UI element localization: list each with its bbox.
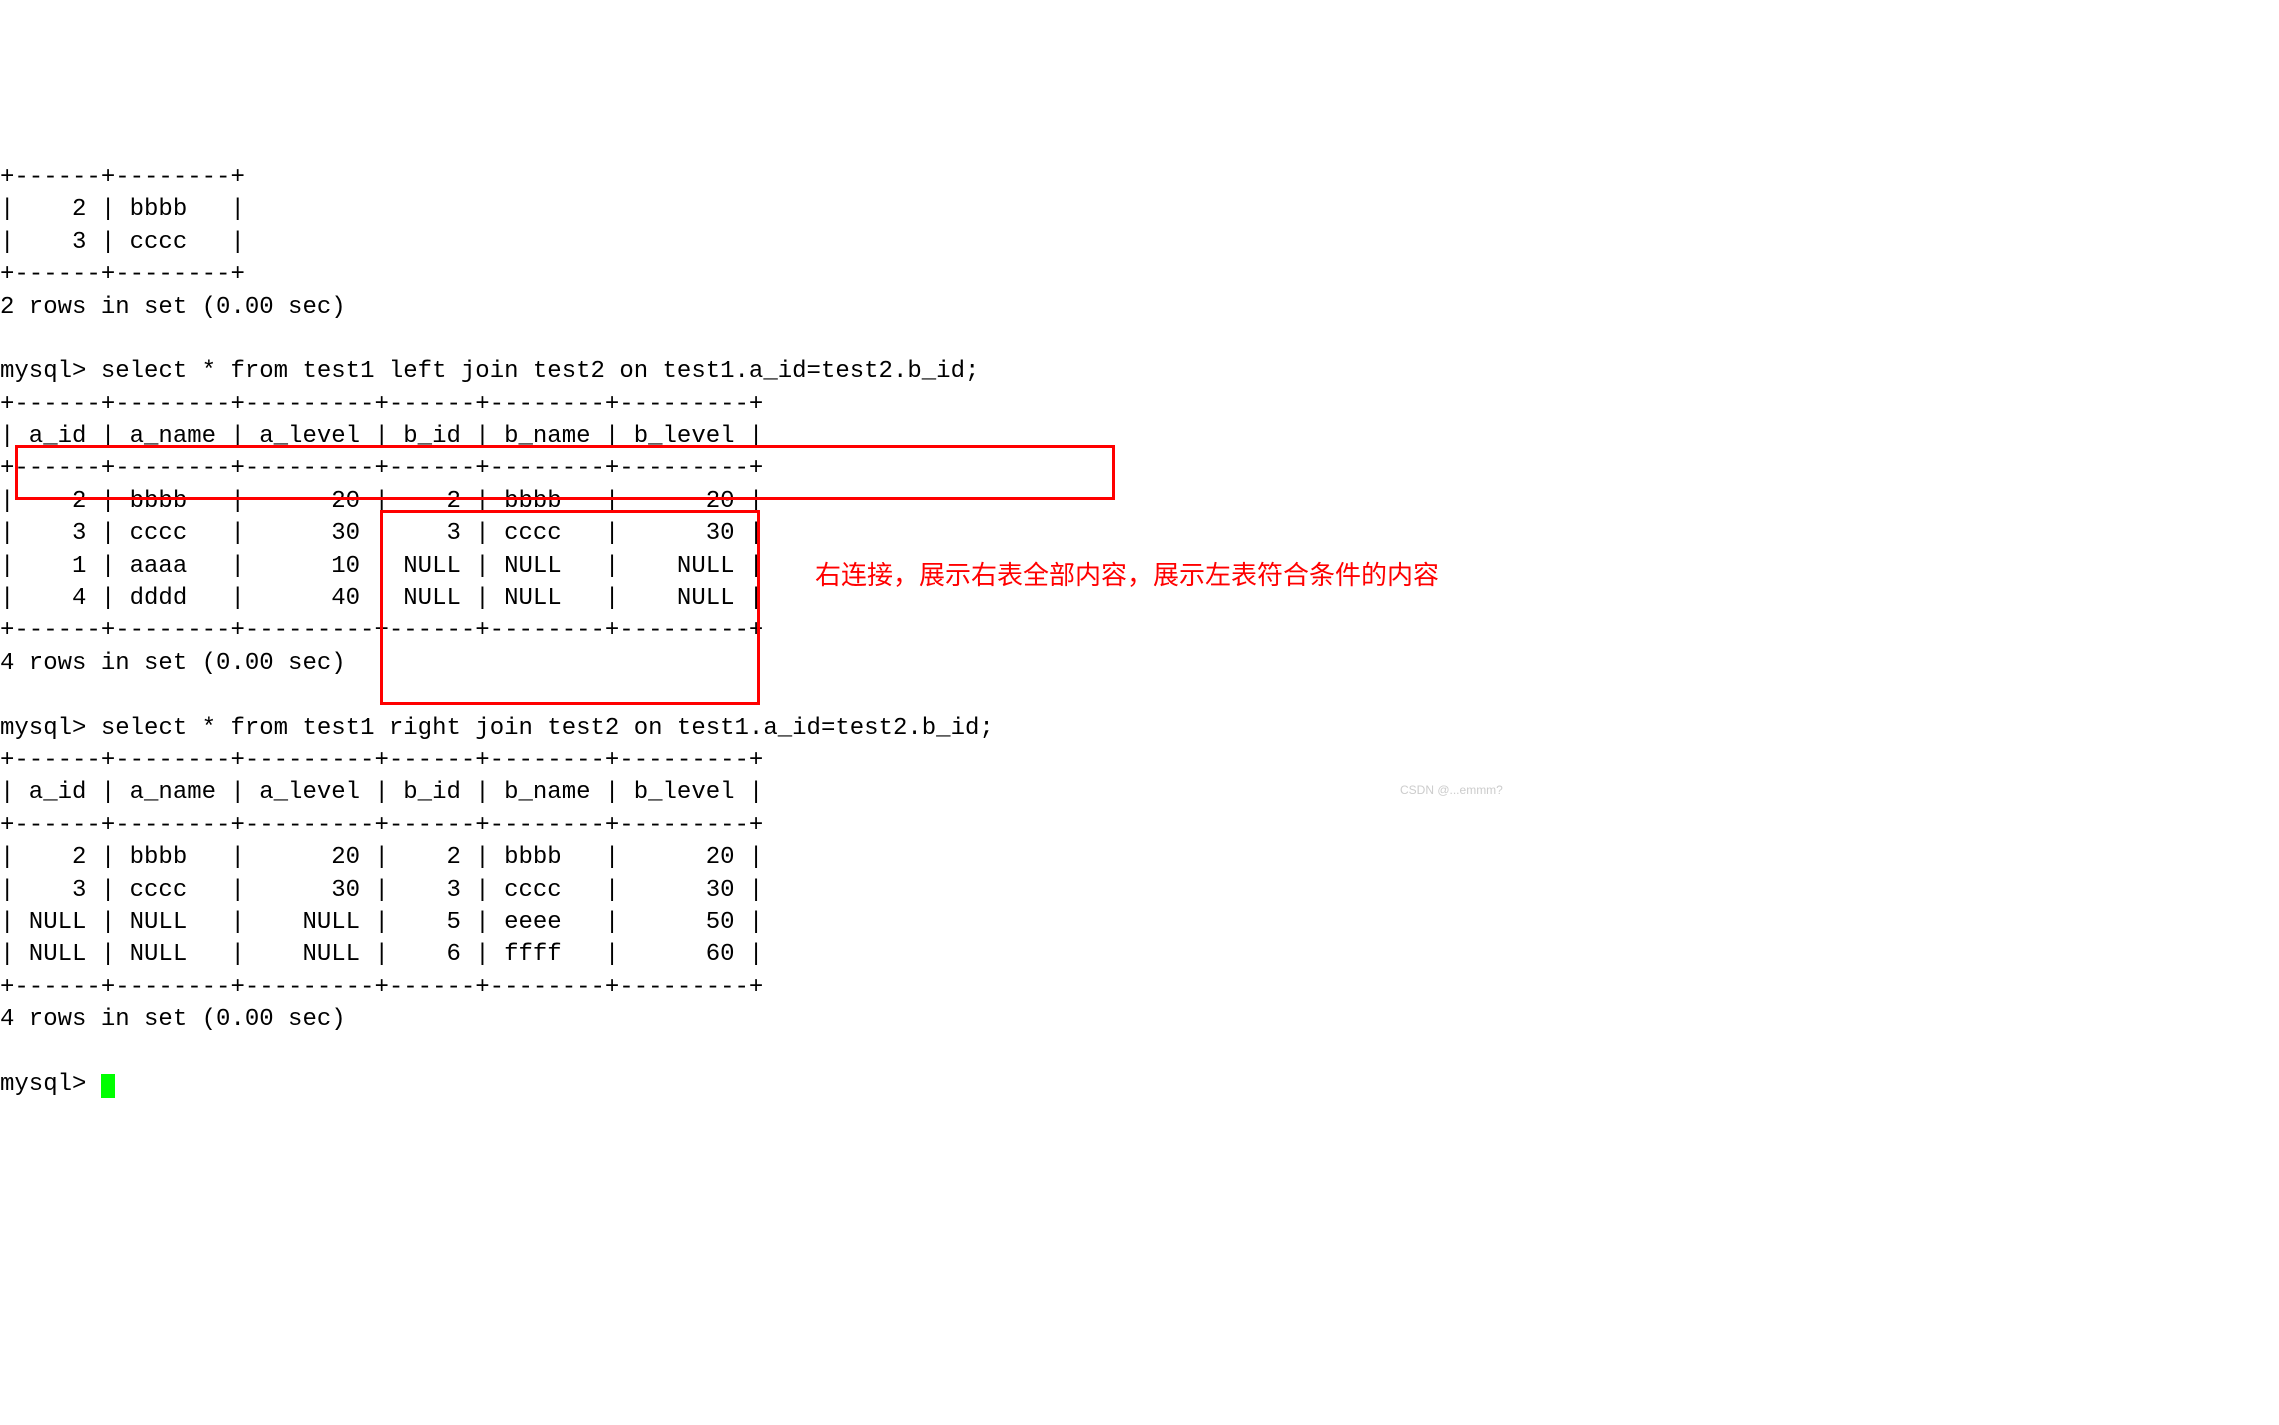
final-prompt-line[interactable]: mysql>	[0, 1071, 115, 1098]
table1-summary: 4 rows in set (0.00 sec)	[0, 650, 346, 677]
table1-border-bottom: +------+--------+---------+------+------…	[0, 617, 763, 644]
table2-row3: | NULL | NULL | NULL | 6 | ffff | 60 |	[0, 941, 763, 968]
table1-row3: | 4 | dddd | 40 | NULL | NULL | NULL |	[0, 585, 763, 612]
annotation-right-join: 右连接，展示右表全部内容，展示左表符合条件的内容	[815, 558, 1439, 593]
table2-border-top: +------+--------+---------+------+------…	[0, 747, 763, 774]
watermark-csdn: CSDN @...emmm?	[1400, 782, 1503, 798]
mysql-prompt: mysql>	[0, 715, 101, 742]
table2-row2: | NULL | NULL | NULL | 5 | eeee | 50 |	[0, 909, 763, 936]
table0-summary: 2 rows in set (0.00 sec)	[0, 294, 346, 321]
query1-line: mysql> select * from test1 left join tes…	[0, 358, 979, 385]
table1-border-top: +------+--------+---------+------+------…	[0, 391, 763, 418]
mysql-prompt: mysql>	[0, 358, 101, 385]
terminal-output: +------+--------+ | 2 | bbbb | | 3 | ccc…	[0, 130, 2279, 1102]
table0-row1: | 2 | bbbb |	[0, 196, 245, 223]
table1-row0: | 2 | bbbb | 20 | 2 | bbbb | 20 |	[0, 488, 763, 515]
query2-line: mysql> select * from test1 right join te…	[0, 715, 994, 742]
table1-header: | a_id | a_name | a_level | b_id | b_nam…	[0, 423, 763, 450]
mysql-prompt: mysql>	[0, 1071, 101, 1098]
table2-border-bottom: +------+--------+---------+------+------…	[0, 974, 763, 1001]
table2-summary: 4 rows in set (0.00 sec)	[0, 1006, 346, 1033]
table2-border-mid: +------+--------+---------+------+------…	[0, 812, 763, 839]
table0-border-bottom: +------+--------+	[0, 261, 245, 288]
table2-header: | a_id | a_name | a_level | b_id | b_nam…	[0, 779, 763, 806]
table1-row2: | 1 | aaaa | 10 | NULL | NULL | NULL |	[0, 553, 763, 580]
table0-row2: | 3 | cccc |	[0, 229, 245, 256]
table1-border-mid: +------+--------+---------+------+------…	[0, 455, 763, 482]
table0-border-top: +------+--------+	[0, 164, 245, 191]
query2-sql: select * from test1 right join test2 on …	[101, 715, 994, 742]
table1-row1: | 3 | cccc | 30 | 3 | cccc | 30 |	[0, 520, 763, 547]
table2-row0: | 2 | bbbb | 20 | 2 | bbbb | 20 |	[0, 844, 763, 871]
table2-row1: | 3 | cccc | 30 | 3 | cccc | 30 |	[0, 877, 763, 904]
cursor-icon	[101, 1074, 115, 1098]
query1-sql: select * from test1 left join test2 on t…	[101, 358, 980, 385]
